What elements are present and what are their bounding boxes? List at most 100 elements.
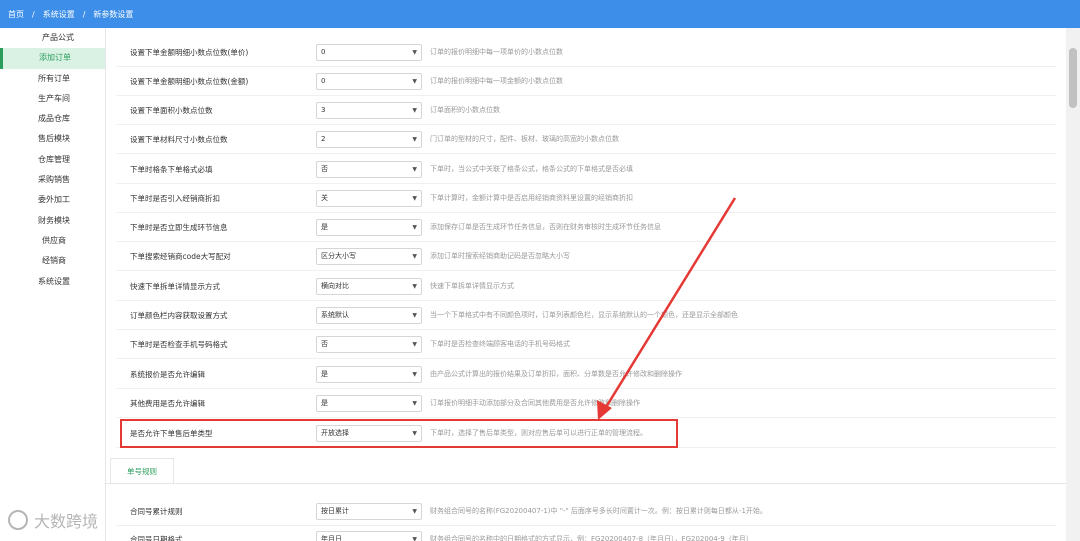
sidebar: 产品公式 添加订单 所有订单 生产车间 成品仓库 售后模块 仓库管理 采购销售 委外加工 财务模块… [0, 28, 106, 541]
setting-label: 设置下单金额明细小数点位数(单价) [130, 47, 249, 57]
sidebar-item[interactable]: 采购销售 [0, 170, 105, 190]
setting-description: 当一个下单格式中有不同颜色项时，订单列表颜色栏，显示系统默认的一个颜色，还是显示… [430, 311, 738, 319]
setting-label: 设置下单金额明细小数点位数(金额) [130, 76, 249, 86]
setting-select[interactable]: 关 ▼ [316, 189, 422, 207]
setting-select[interactable]: 2 ▼ [316, 130, 422, 148]
chevron-down-icon: ▼ [412, 106, 417, 114]
sidebar-item[interactable]: 财务模块 [0, 211, 105, 231]
chevron-down-icon: ▼ [412, 77, 417, 85]
chevron-down-icon: ▼ [412, 340, 417, 348]
sidebar-item[interactable]: 成品仓库 [0, 109, 105, 129]
chevron-down-icon: ▼ [412, 194, 417, 202]
setting-select[interactable]: 是 ▼ [316, 394, 422, 412]
setting-description: 订单面积的小数点位数 [430, 106, 500, 114]
breadcrumb-current: 新参数设置 [93, 9, 134, 19]
chevron-down-icon: ▼ [412, 282, 417, 290]
sidebar-item[interactable]: 委外加工 [0, 190, 105, 210]
select-value: 0 [321, 48, 326, 56]
select-value: 系统默认 [321, 311, 349, 319]
sidebar-item[interactable]: 产品公式 [0, 28, 105, 48]
setting-select[interactable]: 区分大小写 ▼ [316, 247, 422, 265]
select-value: 是 [321, 399, 328, 407]
sidebar-item[interactable]: 供应商 [0, 231, 105, 251]
setting-row: 设置下单金额明细小数点位数(金额) 0 ▼ 订单的报价明细中每一项金额的小数点位数 [116, 67, 1056, 96]
setting-row: 其他费用是否允许编辑是 ▼ 订单报价明细手动添加部分及合同其他费用是否允许修改和删除… [116, 389, 1056, 418]
setting-label: 订单颜色栏内容获取设置方式 [130, 310, 228, 320]
select-value: 2 [321, 135, 326, 143]
watermark-logo-icon [8, 510, 28, 530]
breadcrumb-home[interactable]: 首页 [8, 9, 24, 20]
setting-select[interactable]: 否 ▼ [316, 335, 422, 353]
setting-description: 下单时是否检查终端顾客电话的手机号码格式 [430, 340, 570, 348]
setting-row: 下单时是否立即生成环节信息是 ▼ 添加保存订单是否生成环节任务信息，否则在财务审核时… [116, 213, 1056, 242]
tab-bar: 单号规则 [106, 458, 1066, 484]
sidebar-item[interactable]: 系统设置 [0, 272, 105, 292]
select-value: 0 [321, 77, 326, 85]
setting-label: 下单时是否检查手机号码格式 [130, 339, 228, 349]
sidebar-item[interactable]: 所有订单 [0, 69, 105, 89]
setting-select[interactable]: 3 ▼ [316, 101, 422, 119]
chevron-down-icon: ▼ [412, 399, 417, 407]
setting-label: 快速下单拆单详情显示方式 [130, 281, 220, 291]
setting-row: 下单时格条下单格式必填否 ▼ 下单时，当公式中关联了格条公式，格条公式的下单格式是否… [116, 155, 1056, 184]
setting-description: 订单的报价明细中每一项金额的小数点位数 [430, 77, 563, 85]
scrollbar[interactable] [1066, 28, 1080, 541]
select-value: 是 [321, 223, 328, 231]
breadcrumb-system-settings[interactable]: 系统设置 [43, 9, 75, 20]
setting-select[interactable]: 否 ▼ [316, 160, 422, 178]
setting-label: 其他费用是否允许编辑 [130, 398, 205, 408]
setting-select[interactable]: 0 ▼ [316, 43, 422, 61]
select-value: 关 [321, 194, 328, 202]
setting-label: 下单搜索经销商code大写配对 [130, 251, 231, 261]
tab-number-rules[interactable]: 单号规则 [110, 458, 174, 483]
chevron-down-icon: ▼ [412, 311, 417, 319]
setting-label: 合同号日期格式 [130, 534, 183, 541]
setting-row: 订单颜色栏内容获取设置方式 系统默认 ▼ 当一个下单格式中有不同颜色项时，订单列表颜色… [116, 301, 1056, 330]
select-value: 是 [321, 370, 328, 378]
setting-row: 合同号累计规则 按日累计 ▼ 财务组合同号的名称(FG20200407-1)中 "-"… [116, 497, 1056, 526]
breadcrumb-separator: / [82, 9, 86, 19]
setting-description: 订单报价明细手动添加部分及合同其他费用是否允许修改和删除操作 [430, 399, 640, 407]
select-value: 区分大小写 [321, 252, 356, 260]
sidebar-item[interactable]: 生产车间 [0, 89, 105, 109]
setting-select[interactable]: 年月日 ▼ [316, 530, 422, 541]
setting-label: 下单时是否引入经销商折扣 [130, 193, 220, 203]
setting-select[interactable]: 是 ▼ [316, 218, 422, 236]
sidebar-item[interactable]: 经销商 [0, 251, 105, 271]
sidebar-item[interactable]: 售后模块 [0, 129, 105, 149]
chevron-down-icon: ▼ [412, 370, 417, 378]
setting-row: 系统报价是否允许编辑是 ▼ 由产品公式计算出的报价结果及订单折扣，面积、分单数是否允… [116, 360, 1056, 389]
setting-label: 合同号累计规则 [130, 506, 183, 516]
setting-label: 设置下单面积小数点位数 [130, 105, 213, 115]
top-breadcrumb-bar: 首页 / 系统设置 / 新参数设置 [0, 0, 1080, 28]
sidebar-item[interactable]: 添加订单 [0, 48, 105, 69]
setting-row: 下单时是否引入经销商折扣关 ▼ 下单计算时，金额计算中是否启用经销商资料里设置的经销… [116, 184, 1056, 213]
chevron-down-icon: ▼ [412, 507, 417, 515]
breadcrumb-separator: / [32, 9, 35, 19]
chevron-down-icon: ▼ [412, 223, 417, 231]
setting-label: 下单时是否立即生成环节信息 [130, 222, 228, 232]
setting-description: 财务组合同号的名称(FG20200407-1)中 "-" 后面序号多长时间置计一… [430, 507, 767, 515]
setting-row: 合同号日期格式 年月日 ▼ 财务组合同号的名称中的日期格式的方式显示，例：FG2020… [116, 525, 1056, 541]
setting-select[interactable]: 是 ▼ [316, 365, 422, 383]
highlight-annotation-box [120, 419, 678, 448]
watermark-text: 大数跨境 [34, 512, 99, 531]
setting-row: 设置下单面积小数点位数 3 ▼ 订单面积的小数点位数 [116, 96, 1056, 125]
chevron-down-icon: ▼ [412, 48, 417, 56]
scrollbar-thumb[interactable] [1069, 48, 1077, 108]
setting-select[interactable]: 按日累计 ▼ [316, 502, 422, 520]
setting-row: 设置下单材料尺寸小数点位数 2 ▼ 门订单的型材的尺寸，配件、板材、玻璃的高宽的小数点… [116, 125, 1056, 154]
setting-select[interactable]: 系统默认 ▼ [316, 306, 422, 324]
chevron-down-icon: ▼ [412, 165, 417, 173]
setting-label: 设置下单材料尺寸小数点位数 [130, 134, 228, 144]
sidebar-item[interactable]: 仓库管理 [0, 150, 105, 170]
setting-label: 下单时格条下单格式必填 [130, 164, 213, 174]
setting-row: 下单搜索经销商code大写配对 区分大小写 ▼ 添加订单时搜索经销商助记码是否忽略大小… [116, 242, 1056, 271]
chevron-down-icon: ▼ [412, 252, 417, 260]
setting-select[interactable]: 横向对比 ▼ [316, 277, 422, 295]
setting-description: 财务组合同号的名称中的日期格式的方式显示，例：FG20200407-8（年月日）… [430, 535, 753, 541]
select-value: 否 [321, 340, 328, 348]
select-value: 年月日 [321, 535, 342, 541]
setting-select[interactable]: 0 ▼ [316, 72, 422, 90]
select-value: 3 [321, 106, 326, 114]
